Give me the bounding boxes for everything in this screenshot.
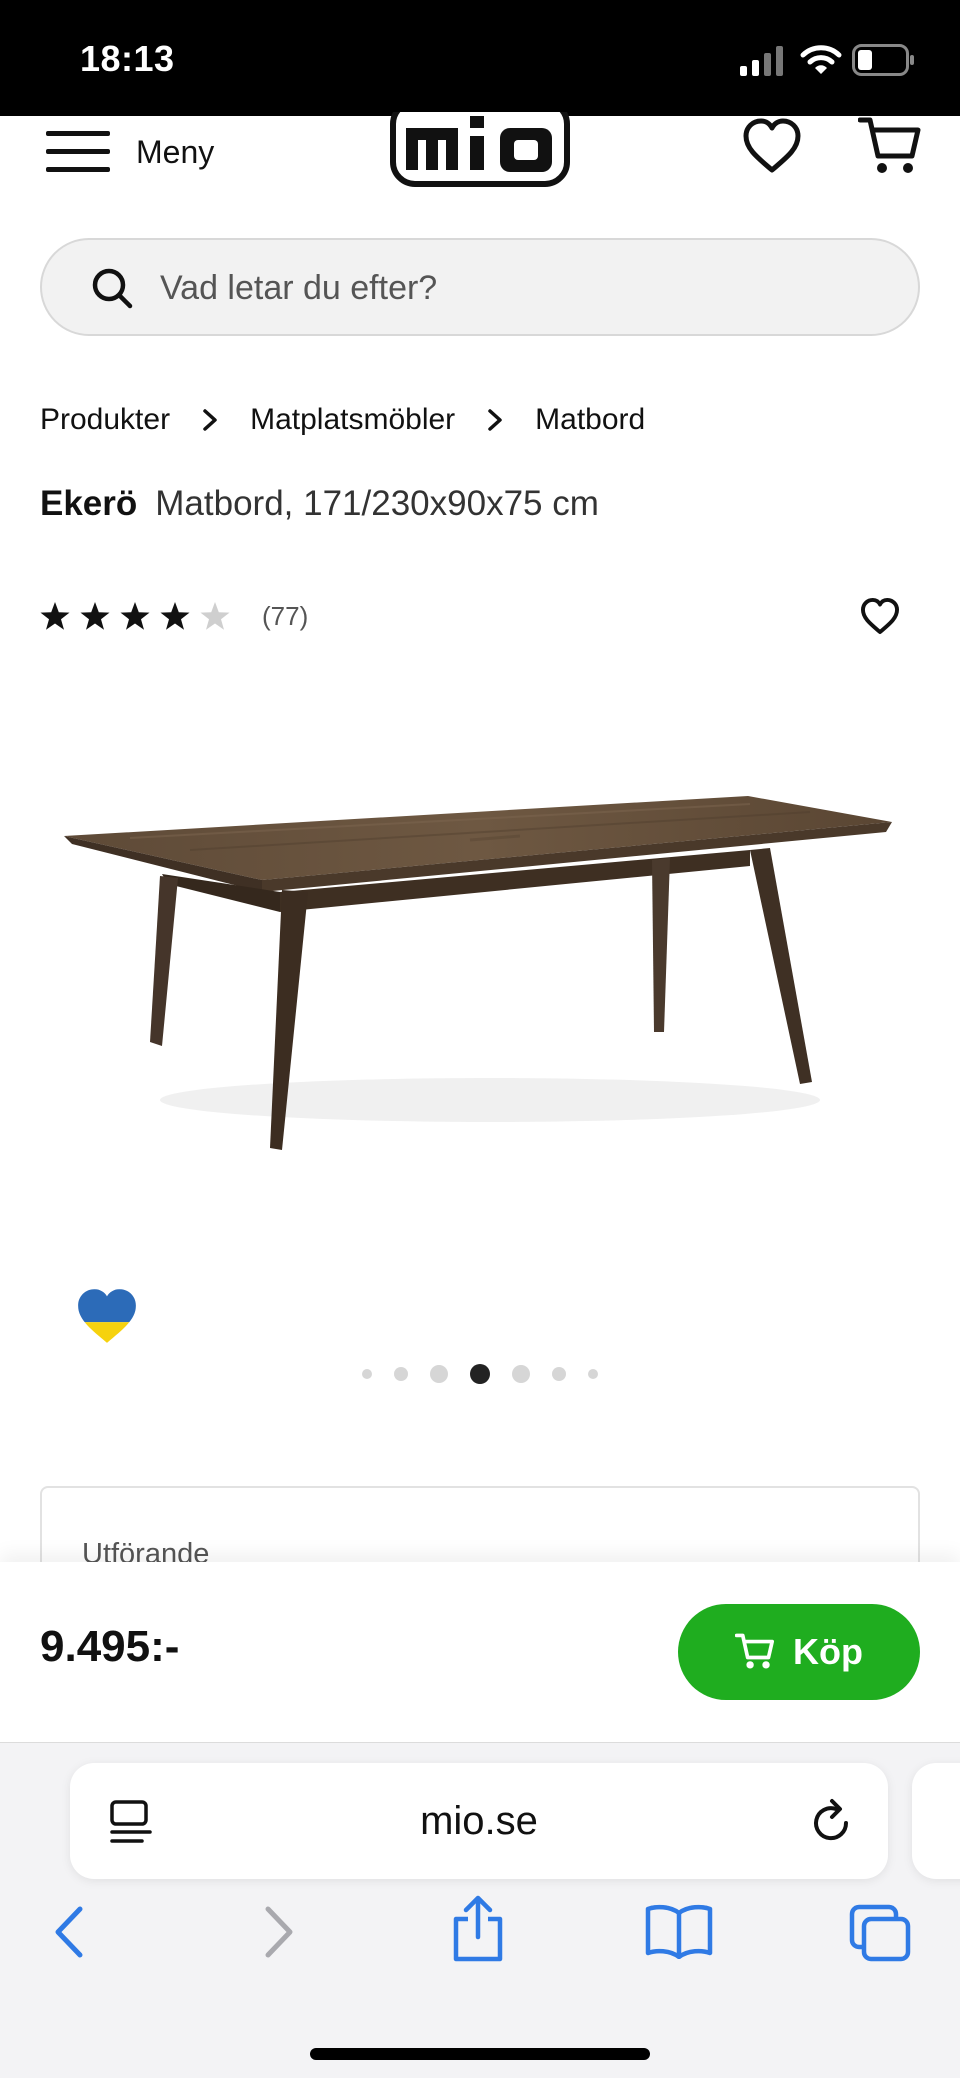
share-icon[interactable] [448,1895,508,1965]
forward-icon[interactable] [258,1903,298,1961]
status-time: 18:13 [80,38,175,79]
next-tab-preview[interactable] [912,1763,960,1879]
search-input[interactable] [160,260,860,316]
wifi-icon [800,45,842,74]
menu-button[interactable]: Meny [46,120,214,184]
mio-logo[interactable] [390,112,570,188]
carousel-dot[interactable] [394,1367,408,1381]
url-text: mio.se [420,1799,538,1843]
bookmarks-icon[interactable] [644,1903,714,1959]
carousel-dot[interactable] [430,1365,448,1383]
menu-label: Meny [136,133,215,170]
browser-chrome: mio.se [0,1742,960,2078]
carousel-dot[interactable] [552,1367,566,1381]
rating-stars-icon [40,602,230,630]
buy-button[interactable]: Köp [678,1604,920,1700]
hamburger-icon [46,131,110,172]
back-icon[interactable] [50,1903,90,1961]
product-rating[interactable]: (77) [40,598,308,634]
heart-icon[interactable] [860,598,900,636]
search-icon [92,268,133,309]
carousel-dot[interactable] [588,1369,598,1379]
ukraine-heart-icon [78,1289,136,1343]
breadcrumb-item-matbord[interactable]: Matbord [535,403,645,437]
product-description: Matbord, 171/230x90x75 cm [155,484,599,523]
carousel-dot[interactable] [512,1365,530,1383]
image-carousel-dots [0,1364,960,1384]
product-price: 9.495:- [40,1622,180,1671]
chevron-right-icon [170,407,250,433]
favorites-icon[interactable] [742,118,802,176]
cart-icon [735,1633,774,1669]
cart-icon[interactable] [858,116,922,178]
product-image[interactable] [50,770,910,1160]
breadcrumb: Produkter Matplatsmöbler Matbord [40,396,645,444]
buy-button-label: Köp [793,1631,863,1672]
address-bar[interactable]: mio.se [70,1763,888,1879]
battery-icon [852,44,914,76]
product-brand: Ekerö [40,484,138,523]
reload-icon[interactable] [810,1797,856,1845]
browser-toolbar [0,1895,960,2003]
product-title: Ekerö Matbord, 171/230x90x75 cm [40,484,599,524]
breadcrumb-item-matplatsmobler[interactable]: Matplatsmöbler [250,403,455,437]
chevron-right-icon [455,407,535,433]
review-count: (77) [262,600,309,631]
home-indicator [310,2048,650,2060]
sticky-buy-bar: 9.495:- Köp [0,1562,960,1742]
carousel-dot[interactable] [362,1369,372,1379]
breadcrumb-item-produkter[interactable]: Produkter [40,403,170,437]
search-bar[interactable] [40,238,920,336]
cellular-signal-icon [740,46,783,76]
tabs-icon[interactable] [848,1903,914,1963]
carousel-dot-active[interactable] [470,1364,490,1384]
status-bar: 18:13 [0,0,960,116]
